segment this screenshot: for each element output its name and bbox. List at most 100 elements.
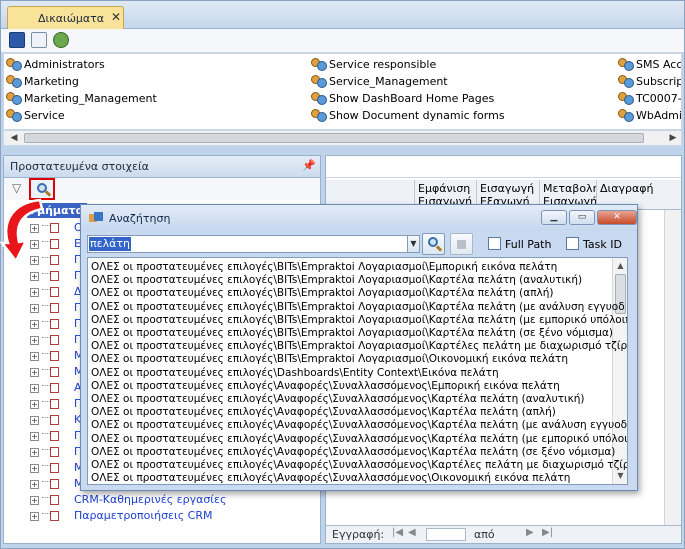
- task-id-checkbox[interactable]: [566, 237, 579, 250]
- search-input[interactable]: πελάτη: [87, 235, 408, 253]
- expand-icon[interactable]: +: [30, 400, 39, 409]
- header-line: Εμφάνιση: [418, 182, 471, 195]
- search-result-item[interactable]: ΟΛΕΣ οι προστατευμένες επιλογές\Αναφορές…: [91, 471, 570, 484]
- tree-connector: [42, 433, 50, 438]
- user-group-label: Show Document dynamic forms: [329, 109, 505, 122]
- minimize-icon[interactable]: ▁: [541, 210, 567, 225]
- user-group-icon: [311, 75, 327, 88]
- user-group-icon: [6, 58, 22, 71]
- tree-node-icon: [50, 463, 59, 473]
- search-result-item[interactable]: ΟΛΕΣ οι προστατευμένες επιλογές\Αναφορές…: [91, 432, 627, 446]
- search-result-item[interactable]: ΟΛΕΣ οι προστατευμένες επιλογές\Αναφορές…: [91, 379, 560, 393]
- expand-icon[interactable]: +: [30, 304, 39, 313]
- full-path-checkbox[interactable]: [488, 237, 501, 250]
- dialog-app-icon: [89, 212, 103, 222]
- grid-top-bar: [326, 156, 681, 178]
- vertical-scrollbar[interactable]: [664, 210, 681, 525]
- tree-connector: [42, 449, 50, 454]
- stop-button[interactable]: [450, 233, 473, 255]
- header-line: Διαγραφή: [600, 182, 654, 195]
- tree-node-label: CRM-Καθημερινές εργασίες: [74, 493, 227, 506]
- search-result-item[interactable]: ΟΛΕΣ οι προστατευμένες επιλογές\BITs\Εmp…: [91, 352, 568, 366]
- user-group-icon: [311, 92, 327, 105]
- user-group-list: Administrators Marketing Marketing_Managem…: [3, 53, 682, 130]
- user-group-label: TC0007-C: [636, 92, 682, 105]
- close-icon[interactable]: ✕: [111, 10, 121, 24]
- search-result-item[interactable]: ΟΛΕΣ οι προστατευμένες επιλογές\Αναφορές…: [91, 418, 627, 432]
- user-group-icon: [6, 92, 22, 105]
- record-input[interactable]: [426, 528, 466, 541]
- expand-icon[interactable]: +: [30, 512, 39, 521]
- search-result-item[interactable]: ΟΛΕΣ οι προστατευμένες επιλογές\Αναφορές…: [91, 392, 585, 406]
- expand-icon[interactable]: +: [30, 448, 39, 457]
- search-result-item[interactable]: ΟΛΕΣ οι προστατευμένες επιλογές\BITs\Εmp…: [91, 339, 627, 353]
- tree-connector: [42, 337, 50, 342]
- tab-strip: Δικαιώματα ✕: [1, 1, 684, 30]
- refresh-icon[interactable]: [53, 32, 69, 48]
- prev-record-icon[interactable]: ◀: [408, 527, 416, 538]
- tree-node-icon: [50, 303, 59, 313]
- first-record-icon[interactable]: |◀: [392, 527, 403, 538]
- scroll-up-icon[interactable]: ▲: [613, 258, 627, 273]
- chevron-down-icon[interactable]: ▼: [407, 235, 420, 253]
- expand-icon[interactable]: +: [30, 352, 39, 361]
- tree-connector: [42, 273, 50, 278]
- maximize-icon[interactable]: ▭: [569, 210, 595, 225]
- record-navigator: Εγγραφή: |◀ ◀ από ▶ ▶|: [326, 525, 681, 543]
- pin-icon[interactable]: 📌: [302, 159, 316, 172]
- tree-connector: [42, 417, 50, 422]
- stop-icon: [457, 240, 466, 249]
- user-group-label: WbAdmin: [636, 109, 682, 122]
- search-result-item[interactable]: ΟΛΕΣ οι προστατευμένες επιλογές\BITs\Εmp…: [91, 313, 627, 327]
- scroll-right-icon[interactable]: ▶: [665, 131, 681, 145]
- expand-icon[interactable]: +: [30, 320, 39, 329]
- search-result-item[interactable]: ΟΛΕΣ οι προστατευμένες επιλογές\Αναφορές…: [91, 458, 627, 472]
- tree-connector: [42, 369, 50, 374]
- search-result-item[interactable]: ΟΛΕΣ οι προστατευμένες επιλογές\Αναφορές…: [91, 445, 615, 459]
- scrollbar-thumb[interactable]: [24, 133, 644, 143]
- scroll-left-icon[interactable]: ◀: [6, 131, 22, 145]
- expand-icon[interactable]: +: [30, 432, 39, 441]
- expand-icon[interactable]: +: [30, 384, 39, 393]
- panel-title: Προστατευμένα στοιχεία: [10, 160, 149, 173]
- copy-icon[interactable]: [31, 32, 47, 48]
- tree-connector: [42, 465, 50, 470]
- user-group-label: Marketing_Management: [24, 92, 157, 105]
- tree-node-icon: [50, 351, 59, 361]
- tree-connector: [42, 289, 50, 294]
- tree-connector: [42, 513, 50, 518]
- search-result-item[interactable]: ΟΛΕΣ οι προστατευμένες επιλογές\BITs\Εmp…: [91, 326, 613, 340]
- tab-permissions[interactable]: Δικαιώματα ✕: [7, 6, 124, 30]
- tree-node-icon: [50, 495, 59, 505]
- next-record-icon[interactable]: ▶: [526, 527, 534, 538]
- search-result-item[interactable]: ΟΛΕΣ οι προστατευμένες επιλογές\BITs\Εmp…: [91, 300, 625, 314]
- dialog-close-button[interactable]: ✕: [597, 210, 637, 225]
- search-dialog: Αναζήτηση ▁ ▭ ✕ πελάτη ▼ Full Path Task …: [80, 204, 638, 491]
- save-icon[interactable]: [9, 32, 25, 48]
- last-record-icon[interactable]: ▶|: [542, 527, 553, 538]
- search-result-item[interactable]: ΟΛΕΣ οι προστατευμένες επιλογές\Dashboar…: [91, 366, 499, 380]
- task-id-label: Task ID: [583, 238, 622, 251]
- tree-connector: [42, 353, 50, 358]
- header-line: Μεταβολή: [543, 182, 596, 195]
- expand-icon[interactable]: +: [30, 496, 39, 505]
- user-group-label: Service_Management: [329, 75, 448, 88]
- search-go-button[interactable]: [422, 233, 445, 255]
- expand-icon[interactable]: +: [30, 288, 39, 297]
- search-result-item[interactable]: ΟΛΕΣ οι προστατευμένες επιλογές\Αναφορές…: [91, 405, 556, 419]
- tree-node-icon: [50, 271, 59, 281]
- expand-icon[interactable]: +: [30, 368, 39, 377]
- expand-icon[interactable]: +: [30, 336, 39, 345]
- expand-icon[interactable]: +: [30, 480, 39, 489]
- expand-icon[interactable]: +: [30, 416, 39, 425]
- pointer-arrow-icon: [0, 198, 44, 264]
- horizontal-scrollbar[interactable]: ◀ ▶: [3, 130, 682, 146]
- search-result-item[interactable]: ΟΛΕΣ οι προστατευμένες επιλογές\BITs\Εmp…: [91, 286, 554, 300]
- expand-icon[interactable]: +: [30, 464, 39, 473]
- filter-icon[interactable]: ▽: [12, 181, 21, 195]
- search-result-item[interactable]: ΟΛΕΣ οι προστατευμένες επιλογές\BITs\Εmp…: [91, 273, 582, 287]
- expand-icon[interactable]: +: [30, 272, 39, 281]
- tree-node-icon: [50, 415, 59, 425]
- tree-connector: [42, 321, 50, 326]
- search-result-item[interactable]: ΟΛΕΣ οι προστατευμένες επιλογές\BITs\Εmp…: [91, 260, 557, 274]
